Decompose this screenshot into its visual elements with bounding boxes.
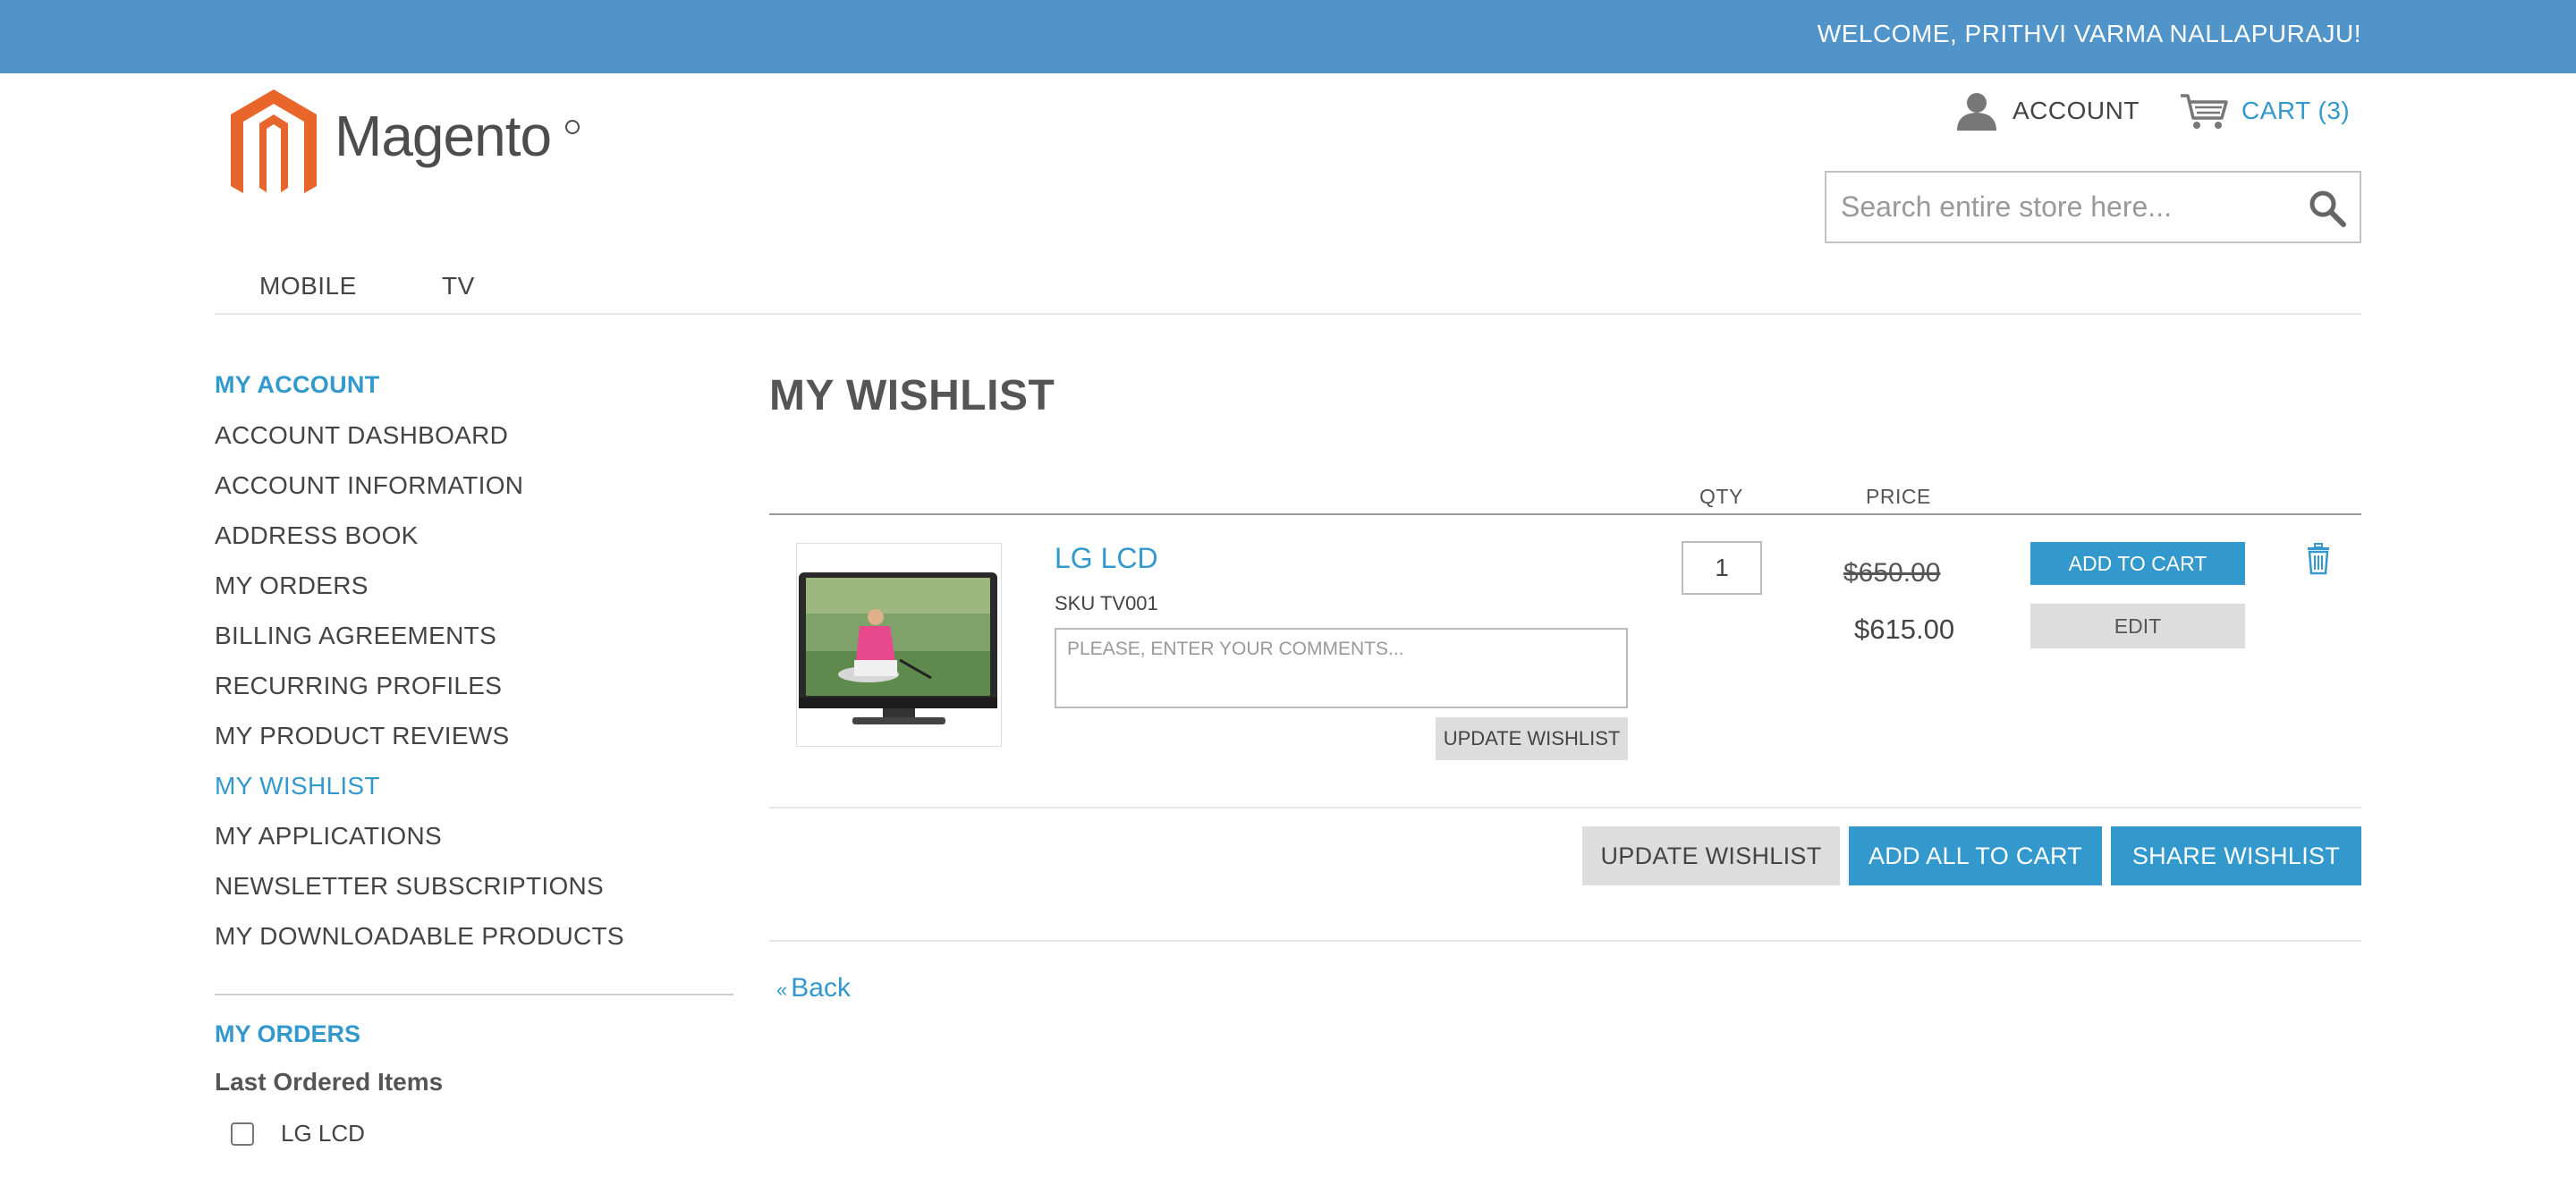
- sidebar-item-newsletter-subscriptions[interactable]: NEWSLETTER SUBSCRIPTIONS: [215, 872, 733, 922]
- top-bar: WELCOME, PRITHVI VARMA NALLAPURAJU!: [0, 0, 2576, 73]
- orders-title[interactable]: MY ORDERS: [215, 1020, 733, 1048]
- cart-link[interactable]: CART (3): [2179, 91, 2350, 131]
- magento-logo[interactable]: Magento: [229, 88, 587, 195]
- special-price: $615.00: [1854, 614, 1955, 645]
- sidebar-item-recurring-profiles[interactable]: RECURRING PROFILES: [215, 672, 733, 722]
- back-arrow-icon: «: [776, 978, 788, 1001]
- update-wishlist-button[interactable]: UPDATE WISHLIST: [1582, 826, 1840, 885]
- search-box: [1825, 171, 2361, 243]
- sidebar-title: MY ACCOUNT: [215, 371, 380, 398]
- add-to-cart-button[interactable]: ADD TO CART: [2030, 542, 2245, 585]
- column-header-price: PRICE: [1866, 485, 1931, 508]
- add-all-to-cart-button[interactable]: ADD ALL TO CART: [1849, 826, 2102, 885]
- tv-product-picture: [799, 572, 997, 724]
- magento-logo-mark: [231, 89, 317, 193]
- qty-input[interactable]: [1682, 541, 1762, 595]
- main-nav: MOBILE TV: [215, 268, 2361, 315]
- sidebar-item-my-wishlist[interactable]: MY WISHLIST: [215, 772, 733, 822]
- logo-wordmark: Magento: [335, 104, 551, 168]
- sidebar-item-product-reviews[interactable]: MY PRODUCT REVIEWS: [215, 722, 733, 772]
- share-wishlist-button[interactable]: SHARE WISHLIST: [2111, 826, 2361, 885]
- trash-icon[interactable]: [2306, 543, 2331, 575]
- sidebar-item-billing-agreements[interactable]: BILLING AGREEMENTS: [215, 622, 733, 672]
- last-ordered-title: Last Ordered Items: [215, 1068, 444, 1096]
- welcome-message: WELCOME, PRITHVI VARMA NALLAPURAJU!: [1817, 20, 2361, 47]
- account-link[interactable]: ACCOUNT: [1955, 91, 2140, 131]
- page-title: MY WISHLIST: [769, 372, 1055, 419]
- last-ordered-checkbox[interactable]: [231, 1122, 254, 1146]
- last-ordered-item-name[interactable]: LG LCD: [281, 1120, 365, 1147]
- sidebar-item-my-orders[interactable]: MY ORDERS: [215, 572, 733, 622]
- actions-divider: [769, 940, 2361, 942]
- column-header-qty: QTY: [1699, 485, 1743, 508]
- sidebar-item-account-dashboard[interactable]: ACCOUNT DASHBOARD: [215, 421, 733, 471]
- cart-icon: [2181, 94, 2228, 129]
- nav-item-tv[interactable]: TV: [442, 272, 475, 301]
- sidebar-divider: [215, 994, 733, 995]
- back-link[interactable]: «Back: [776, 973, 851, 1003]
- product-name-link[interactable]: LG LCD: [1055, 542, 1158, 575]
- sidebar-item-account-information[interactable]: ACCOUNT INFORMATION: [215, 471, 733, 521]
- edit-button[interactable]: EDIT: [2030, 604, 2245, 648]
- nav-item-mobile[interactable]: MOBILE: [259, 272, 357, 301]
- product-sku: SKU TV001: [1055, 592, 1158, 614]
- search-input[interactable]: [1826, 173, 2274, 241]
- row-divider: [769, 807, 2361, 809]
- sidebar-item-my-applications[interactable]: MY APPLICATIONS: [215, 822, 733, 872]
- product-image[interactable]: [796, 543, 1002, 747]
- account-label: ACCOUNT: [2012, 97, 2140, 124]
- registered-mark-icon: [565, 120, 580, 134]
- wishlist-table-header: QTY PRICE: [769, 481, 2361, 515]
- account-sidebar: MY ACCOUNT ACCOUNT DASHBOARD ACCOUNT INF…: [215, 371, 733, 1147]
- last-ordered-item: LG LCD: [231, 1120, 733, 1147]
- old-price: $650.00: [1843, 558, 1941, 588]
- sidebar-item-downloadable-products[interactable]: MY DOWNLOADABLE PRODUCTS: [215, 922, 733, 972]
- update-wishlist-item-button[interactable]: UPDATE WISHLIST: [1436, 717, 1628, 760]
- back-label: Back: [791, 973, 851, 1003]
- wishlist-comment-field[interactable]: [1055, 628, 1628, 708]
- cart-label: CART (3): [2241, 97, 2351, 124]
- search-icon[interactable]: [2308, 189, 2347, 228]
- sidebar-item-address-book[interactable]: ADDRESS BOOK: [215, 521, 733, 572]
- user-icon: [1957, 93, 1996, 131]
